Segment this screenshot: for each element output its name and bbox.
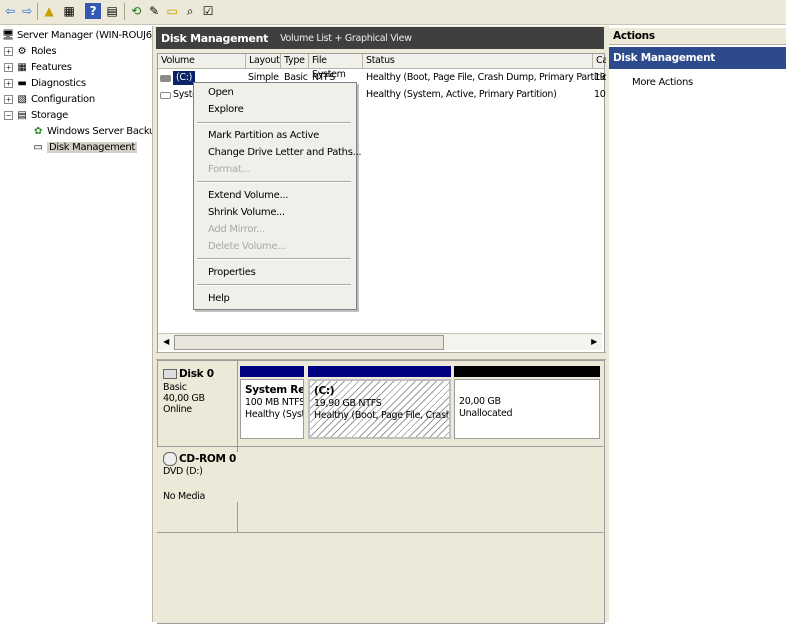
backup-icon: ✿ bbox=[33, 126, 43, 137]
more-actions-link[interactable]: More Actions bbox=[632, 77, 693, 88]
cell-capacity: 10 bbox=[594, 89, 606, 100]
cdrom0-label[interactable]: CD-ROM 0 DVD (D:) No Media bbox=[163, 452, 241, 502]
column-header-capacity[interactable]: Ca bbox=[593, 54, 608, 69]
menu-item-explore[interactable]: Explore bbox=[208, 103, 244, 117]
scroll-thumb[interactable] bbox=[174, 335, 444, 350]
horizontal-scrollbar[interactable]: ◀ ▶ bbox=[158, 333, 602, 350]
partition-bar bbox=[308, 366, 451, 377]
disk0-state: Online bbox=[163, 404, 192, 415]
menu-item-delete-volume: Delete Volume... bbox=[208, 241, 286, 252]
partition-unallocated[interactable]: 20,00 GB Unallocated bbox=[454, 379, 600, 439]
tree-item-disk-management[interactable]: ▭ Disk Management bbox=[32, 140, 138, 155]
features-icon: ▦ bbox=[17, 62, 27, 73]
scroll-left-icon[interactable]: ◀ bbox=[159, 334, 173, 349]
tree-item-storage[interactable]: − ▤ Storage bbox=[4, 108, 68, 123]
table-row[interactable]: (C:) bbox=[160, 71, 196, 85]
tree-item-features[interactable]: + ▦ Features bbox=[4, 60, 72, 75]
disk0-label[interactable]: Disk 0 Basic 40,00 GB Online bbox=[163, 368, 241, 415]
expand-icon[interactable]: + bbox=[4, 79, 13, 88]
disk0-size: 40,00 GB bbox=[163, 393, 205, 404]
tree-item-diagnostics[interactable]: + ▬ Diagnostics bbox=[4, 76, 86, 91]
cdrom-area[interactable] bbox=[237, 447, 604, 532]
expand-icon[interactable]: + bbox=[4, 95, 13, 104]
menu-item-change-drive-letter[interactable]: Change Drive Letter and Paths... bbox=[208, 146, 362, 160]
forward-arrow-icon[interactable]: ⇨ bbox=[19, 3, 35, 19]
tree-item-server-manager[interactable]: 🖥 Server Manager (WIN-ROUJ60FJEF bbox=[2, 28, 152, 43]
configuration-icon: ▧ bbox=[17, 94, 27, 105]
search-icon[interactable]: ⌕ bbox=[182, 3, 198, 19]
menu-item-format: Format... bbox=[208, 164, 251, 175]
partition-c-drive[interactable]: (C:) 19,90 GB NTFS Healthy (Boot, Page F… bbox=[308, 379, 451, 439]
disk-management-icon: ▭ bbox=[33, 142, 43, 153]
menu-item-mark-active[interactable]: Mark Partition as Active bbox=[208, 129, 319, 143]
drive-icon bbox=[160, 74, 171, 82]
column-header-file-system[interactable]: File System bbox=[309, 54, 363, 80]
menu-item-add-mirror: Add Mirror... bbox=[208, 224, 265, 235]
disk-management-header: Disk Management Volume List + Graphical … bbox=[156, 27, 604, 49]
menu-separator bbox=[197, 181, 351, 183]
up-folder-icon[interactable]: ▲ bbox=[41, 3, 57, 19]
menu-item-extend-volume[interactable]: Extend Volume... bbox=[208, 189, 288, 203]
cdrom0-state: No Media bbox=[163, 491, 206, 502]
cdrom-icon bbox=[163, 452, 177, 466]
menu-separator bbox=[197, 258, 351, 260]
actions-pane bbox=[606, 26, 786, 622]
cell-capacity: 19 bbox=[594, 72, 606, 83]
collapse-icon[interactable]: − bbox=[4, 111, 13, 120]
partition-bar bbox=[240, 366, 304, 377]
menu-item-shrink-volume[interactable]: Shrink Volume... bbox=[208, 206, 285, 220]
unallocated-bar bbox=[454, 366, 600, 377]
roles-icon: ⚙ bbox=[17, 46, 27, 57]
view-label: Volume List + Graphical View bbox=[280, 32, 412, 44]
open-folder-icon[interactable]: ▭ bbox=[164, 3, 180, 19]
expand-icon[interactable]: + bbox=[4, 63, 13, 72]
menu-item-open[interactable]: Open bbox=[208, 86, 234, 100]
cell-status: Healthy (Boot, Page File, Crash Dump, Pr… bbox=[366, 72, 617, 83]
column-header-volume[interactable]: Volume bbox=[158, 54, 246, 69]
back-arrow-icon[interactable]: ⇦ bbox=[2, 3, 18, 19]
properties-icon[interactable]: ▤ bbox=[104, 3, 120, 19]
toolbar: ⇦ ⇨ ▲ ▦ ? ▤ ⟲ ✎ ▭ ⌕ ☑ bbox=[0, 0, 786, 25]
actions-section-header[interactable]: Disk Management bbox=[609, 47, 786, 69]
column-header-layout[interactable]: Layout bbox=[246, 54, 281, 69]
cell-status: Healthy (System, Active, Primary Partiti… bbox=[366, 89, 557, 100]
menu-item-properties[interactable]: Properties bbox=[208, 266, 256, 280]
tree-item-windows-server-backup[interactable]: ✿ Windows Server Backup bbox=[32, 124, 152, 139]
tree-item-roles[interactable]: + ⚙ Roles bbox=[4, 44, 57, 59]
column-header-status[interactable]: Status bbox=[363, 54, 593, 69]
server-icon: 🖥 bbox=[1, 30, 15, 41]
console-tree: 🖥 Server Manager (WIN-ROUJ60FJEF + ⚙ Rol… bbox=[0, 26, 152, 622]
disk-properties-icon[interactable]: ✎ bbox=[146, 3, 162, 19]
checklist-icon[interactable]: ☑ bbox=[200, 3, 216, 19]
refresh-icon[interactable]: ⟲ bbox=[128, 3, 144, 19]
cdrom0-type: DVD (D:) bbox=[163, 466, 203, 477]
disk0-type: Basic bbox=[163, 382, 187, 393]
actions-title: Actions bbox=[609, 28, 786, 45]
scroll-right-icon[interactable]: ▶ bbox=[587, 334, 601, 349]
show-hide-tree-icon[interactable]: ▦ bbox=[61, 3, 77, 19]
page-title: Disk Management bbox=[161, 31, 269, 45]
pane-divider[interactable] bbox=[156, 352, 606, 360]
menu-separator bbox=[197, 284, 351, 286]
tree-item-configuration[interactable]: + ▧ Configuration bbox=[4, 92, 95, 107]
storage-icon: ▤ bbox=[17, 110, 27, 121]
context-menu: Open Explore Mark Partition as Active Ch… bbox=[193, 82, 362, 310]
drive-icon bbox=[160, 91, 171, 99]
partition-system-reserved[interactable]: System Rese 100 MB NTFS Healthy (Syste bbox=[240, 379, 304, 439]
diagnostics-icon: ▬ bbox=[17, 78, 27, 89]
help-icon[interactable]: ? bbox=[85, 3, 101, 19]
menu-item-help[interactable]: Help bbox=[208, 292, 230, 306]
expand-icon[interactable]: + bbox=[4, 47, 13, 56]
menu-separator bbox=[197, 122, 351, 124]
disk-icon bbox=[163, 369, 177, 379]
column-header-type[interactable]: Type bbox=[281, 54, 309, 69]
